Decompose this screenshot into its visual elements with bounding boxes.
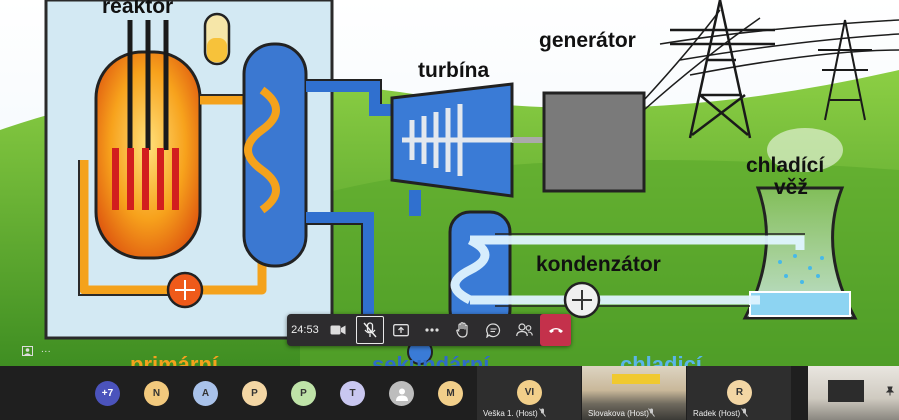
mic-off-icon bbox=[741, 408, 748, 417]
shared-screen: reaktor turbína generátor chladící věž k… bbox=[0, 0, 899, 366]
participants-button[interactable] bbox=[509, 314, 540, 346]
participant-tile-name: Veška 1. (Host) bbox=[483, 409, 538, 418]
participant-tile-name: Radek (Host) bbox=[693, 409, 741, 418]
participant-avatar[interactable]: P bbox=[291, 381, 316, 406]
participant-avatar[interactable]: P bbox=[242, 381, 267, 406]
share-screen-icon bbox=[393, 323, 410, 336]
participant-avatar[interactable] bbox=[389, 381, 414, 406]
call-timer: 24:53 bbox=[291, 324, 319, 336]
hangup-button[interactable] bbox=[540, 314, 572, 346]
secondary-circuit-label: sekundární bbox=[372, 352, 490, 366]
cooling-tower-label-line1: chladící bbox=[746, 154, 825, 177]
participant-avatar[interactable]: T bbox=[340, 381, 365, 406]
person-icon[interactable] bbox=[22, 346, 33, 357]
self-view-controls: ··· bbox=[22, 346, 51, 357]
share-button[interactable] bbox=[386, 314, 417, 346]
camera-icon bbox=[330, 325, 346, 335]
cooling-tower-label-line2: věž bbox=[774, 176, 808, 199]
raise-hand-button[interactable] bbox=[447, 314, 478, 346]
more-button[interactable] bbox=[417, 314, 448, 346]
generator-label: generátor bbox=[539, 29, 636, 52]
reactor-label: reaktor bbox=[102, 0, 174, 18]
camera-button[interactable] bbox=[323, 314, 354, 346]
participant-avatar[interactable]: M bbox=[438, 381, 463, 406]
participant-avatar[interactable]: N bbox=[144, 381, 169, 406]
meeting-toolbar: 24:53 bbox=[287, 314, 572, 346]
people-icon bbox=[516, 323, 533, 337]
mic-off-icon bbox=[648, 408, 655, 417]
steam-generator bbox=[242, 42, 308, 268]
participant-tile[interactable]: VI Veška 1. (Host) bbox=[477, 366, 581, 420]
cooling-tower-label: chladící věž bbox=[746, 155, 846, 199]
cooling-circuit-label: chladicí bbox=[620, 352, 702, 366]
participant-avatar[interactable]: A bbox=[193, 381, 218, 406]
chat-icon bbox=[486, 322, 501, 338]
participant-tile[interactable]: R Radek (Host) bbox=[687, 366, 791, 420]
mic-off-icon bbox=[539, 408, 546, 417]
condenser bbox=[448, 210, 512, 332]
room-video bbox=[828, 380, 864, 402]
participant-tile-avatar: VI bbox=[517, 380, 542, 405]
chat-button[interactable] bbox=[478, 314, 509, 346]
mic-button[interactable] bbox=[355, 316, 384, 344]
more-icon bbox=[425, 328, 439, 332]
pin-icon[interactable] bbox=[885, 386, 895, 396]
person-icon bbox=[395, 388, 408, 401]
participant-tile-video[interactable]: Slovakova (Host) bbox=[582, 366, 686, 420]
classroom-video bbox=[612, 374, 660, 384]
self-view-more-button[interactable]: ··· bbox=[41, 346, 51, 357]
participant-tile-name: Slovakova (Host) bbox=[588, 409, 649, 418]
phone-hangup-icon bbox=[548, 328, 563, 333]
participant-tile-video[interactable] bbox=[808, 366, 899, 420]
mic-off-icon bbox=[363, 322, 377, 338]
turbine-label: turbína bbox=[418, 59, 490, 82]
primary-circuit-label: primární bbox=[130, 352, 219, 366]
hand-icon bbox=[456, 322, 468, 338]
condenser-label: kondenzátor bbox=[536, 253, 661, 276]
overflow-participants-button[interactable]: +7 bbox=[95, 381, 120, 406]
generator bbox=[542, 91, 646, 193]
participant-tile-avatar: R bbox=[727, 380, 752, 405]
